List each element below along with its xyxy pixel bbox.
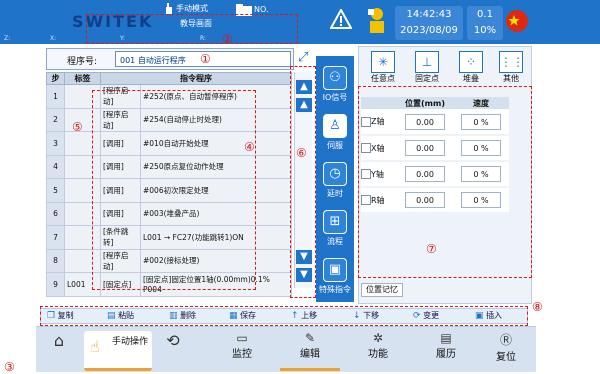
annotation-6: ⑥ (296, 146, 307, 160)
point-type-other-label: 其他 (503, 74, 519, 83)
point-type-fixed-label: 固定点 (415, 74, 439, 83)
nav-monitor[interactable]: ▭ 监控 (212, 331, 272, 371)
nav-reset-label: 复位 (496, 352, 516, 363)
servo-icon: ♙ (323, 114, 347, 138)
row-step: 7 (46, 225, 65, 250)
nav-delay-label: 延时 (327, 189, 343, 198)
nav-history[interactable]: ▤ 履历 (416, 331, 476, 371)
annotation-box-8 (40, 306, 528, 326)
cycle-icon: ⟲ (166, 331, 180, 350)
point-type-stack[interactable]: ⁘ 堆叠 (451, 51, 491, 91)
col-step: 步 (46, 72, 65, 85)
annotation-7: ⑦ (426, 242, 437, 256)
program-header: 程序号: 001 自动运行程序 (46, 48, 294, 70)
gear-icon: ✲ (372, 331, 384, 345)
history-icon: ▤ (440, 331, 452, 345)
monitor-icon: ▭ (236, 331, 248, 345)
speed-display: 0.1 10% (467, 6, 503, 40)
row-step: 5 (46, 178, 65, 203)
coord-z-label: Z: (4, 35, 11, 42)
annotation-box-4 (92, 90, 256, 290)
manual-operation-label: 手动操作 (112, 337, 149, 347)
fixed-point-icon: ⊥ (415, 51, 439, 73)
point-type-any-label: 任意点 (371, 74, 395, 83)
nav-history-label: 履历 (436, 349, 456, 360)
row-step: 6 (46, 201, 65, 226)
coord-x-label: X: (50, 35, 57, 42)
china-flag-icon[interactable] (506, 10, 528, 32)
nav-reset[interactable]: Ⓡ 复位 (480, 331, 532, 371)
point-type-other[interactable]: ⋮⋮ 其他 (491, 51, 531, 91)
clock-date: 2023/08/09 (400, 25, 458, 36)
other-icon: ⋮⋮ (499, 51, 524, 73)
nav-flow[interactable]: ⊞ 流程 (316, 208, 354, 252)
mode-label: 手动模式 (176, 4, 208, 13)
speed-increment: 0.1 (477, 9, 493, 20)
nav-function-label: 功能 (368, 349, 388, 360)
nav-io-signal[interactable]: ⚇ IO信号 (316, 64, 354, 108)
annotation-box-2 (86, 14, 298, 44)
nav-servo[interactable]: ♙ 伺服 (316, 112, 354, 156)
clock-display: 14:42:43 2023/08/09 (395, 6, 463, 40)
clock-time: 14:42:43 (406, 9, 452, 20)
edit-icon: ✎ (304, 331, 316, 345)
annotation-5: ⑤ (72, 120, 83, 134)
annotation-8: ⑧ (532, 300, 543, 314)
position-memory-button[interactable]: 位置记忆 (361, 283, 403, 297)
home-icon: ⌂ (53, 331, 65, 350)
nav-special[interactable]: ▣ 特殊指令 (316, 256, 354, 300)
point-type-fixed[interactable]: ⊥ 固定点 (407, 51, 447, 91)
point-type-stack-label: 堆叠 (463, 74, 479, 83)
annotation-box-7 (358, 86, 532, 278)
io-signal-icon: ⚇ (323, 66, 347, 90)
home-button[interactable]: ⌂ (42, 331, 76, 371)
cycle-button[interactable]: ⟲ (156, 331, 190, 371)
nav-special-label: 特殊指令 (319, 285, 351, 294)
row-step: 2 (46, 107, 65, 132)
nav-servo-label: 伺服 (327, 141, 343, 150)
nav-edit-label: 编辑 (300, 349, 320, 360)
row-step: 4 (46, 154, 65, 179)
nav-monitor-label: 监控 (232, 349, 252, 360)
nav-io-label: IO信号 (322, 93, 348, 102)
clock-icon: ◷ (323, 162, 347, 186)
col-command: 指令程序 (100, 72, 292, 85)
nav-edit[interactable]: ✎ 编辑 (280, 331, 340, 371)
stack-icon: ⁘ (459, 51, 483, 73)
nav-function[interactable]: ✲ 功能 (348, 331, 408, 371)
any-point-icon: ✳ (371, 51, 395, 73)
bottom-navigation: ⌂ ☝ 手动操作 ⟲ ▭ 监控 ✎ 编辑 ✲ 功能 ▤ 履历 Ⓡ 复位 (36, 326, 536, 372)
instruction-category-nav: ⚇ IO信号 ♙ 伺服 ◷ 延时 ⊞ 流程 ▣ 特殊指令 (316, 56, 354, 302)
point-type-any[interactable]: ✳ 任意点 (363, 51, 403, 91)
annotation-2: ② (222, 32, 233, 46)
nav-flow-label: 流程 (327, 237, 343, 246)
reset-icon: Ⓡ (499, 333, 512, 347)
flow-icon: ⊞ (323, 210, 347, 234)
expand-icon[interactable]: ⤢ (298, 50, 308, 65)
annotation-1: ① (200, 52, 211, 66)
row-step: 9 (46, 272, 65, 297)
program-number-label: 程序号: (67, 57, 98, 67)
annotation-box-6 (290, 66, 316, 298)
warning-icon[interactable] (330, 9, 352, 29)
robot-status-icon (368, 8, 384, 33)
nav-delay[interactable]: ◷ 延时 (316, 160, 354, 204)
chip-icon: ▣ (323, 258, 347, 282)
annotation-4: ④ (244, 140, 255, 154)
row-step: 3 (46, 131, 65, 156)
speed-percent: 10% (473, 25, 497, 36)
manual-operation-button[interactable]: ☝ 手动操作 (84, 331, 152, 371)
folder-label: NO. (254, 5, 269, 14)
col-tag: 标签 (64, 72, 101, 85)
row-step: 8 (46, 248, 65, 273)
row-step: 1 (46, 84, 65, 109)
hand-icon: ☝ (90, 337, 100, 356)
